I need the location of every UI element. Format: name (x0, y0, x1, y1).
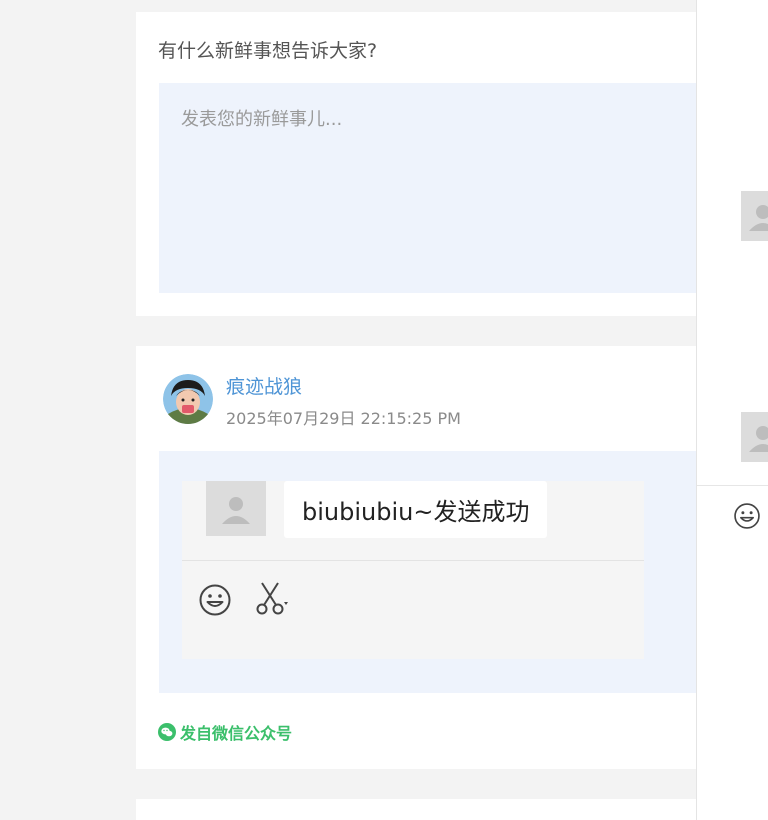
chat-divider (182, 560, 644, 561)
source-label: 发自微信公众号 (180, 724, 293, 743)
side-avatar-placeholder (741, 412, 768, 462)
compose-title: 有什么新鲜事想告诉大家? (158, 40, 378, 62)
chat-message-bubble: biubiubiu~发送成功 (284, 481, 548, 538)
post-content: biubiubiu~发送成功 (159, 451, 696, 693)
compose-input[interactable] (159, 83, 696, 293)
smile-emoji-icon[interactable] (733, 502, 761, 530)
person-placeholder-icon (222, 496, 250, 524)
smile-emoji-icon (199, 584, 231, 616)
author-avatar[interactable] (163, 374, 213, 424)
chat-screenshot-image: biubiubiu~发送成功 (182, 481, 644, 659)
scissors-icon (256, 582, 288, 615)
next-post-card (136, 799, 696, 820)
post-card: 痕迹战狼 2025年07月29日 22:15:25 PM biubiubiu~发… (136, 346, 696, 769)
person-placeholder-icon (749, 205, 768, 231)
person-placeholder-icon (749, 426, 768, 452)
right-side-panel (696, 0, 768, 820)
author-name-link[interactable]: 痕迹战狼 (226, 372, 302, 399)
post-timestamp: 2025年07月29日 22:15:25 PM (226, 409, 461, 428)
side-avatar-placeholder (741, 191, 768, 241)
source-line: 发自微信公众号 (158, 720, 292, 744)
side-divider (697, 485, 768, 486)
wechat-icon (158, 723, 176, 741)
chat-avatar-placeholder (206, 481, 266, 536)
compose-card: 有什么新鲜事想告诉大家? (136, 12, 696, 316)
